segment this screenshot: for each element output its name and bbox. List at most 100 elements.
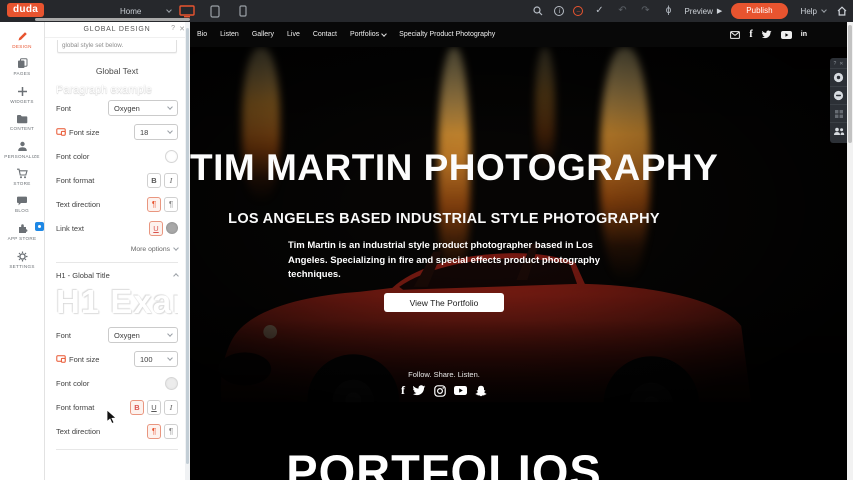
help-menu[interactable]: Help — [801, 7, 826, 16]
h1-font-dropdown[interactable]: Oxygen — [108, 327, 178, 343]
text-direction-label: Text direction — [56, 427, 100, 436]
sidebar-item-label: SETTINGS — [9, 264, 34, 269]
facebook-icon[interactable]: f — [401, 383, 405, 398]
editor-sidebar: DESIGN PAGES WIDGETS CONTENT PERSONALIZE… — [0, 22, 45, 480]
dev-mode-icon[interactable]: ɸ — [661, 4, 675, 18]
bold-button[interactable]: B — [147, 173, 161, 188]
close-icon[interactable]: ✕ — [839, 61, 843, 67]
apps-grid-icon[interactable] — [830, 104, 847, 122]
publish-button[interactable]: Publish — [731, 3, 787, 19]
sidebar-item-personalize[interactable]: PERSONALIZE — [0, 136, 44, 164]
sidebar-item-content[interactable]: CONTENT — [0, 109, 44, 137]
font-value: Oxygen — [114, 104, 140, 113]
undo-icon[interactable]: ↶ — [615, 4, 629, 18]
comments-tool-icon[interactable] — [830, 86, 847, 104]
link-text-label: Link text — [56, 224, 84, 233]
panel-body: global style set below. Global Text Para… — [45, 40, 189, 450]
font-size-dropdown[interactable]: 18 — [134, 124, 178, 140]
tablet-view-button[interactable] — [206, 3, 224, 19]
font-color-swatch[interactable] — [165, 150, 178, 163]
twitter-icon[interactable] — [762, 30, 772, 39]
h1-italic-button[interactable]: I — [164, 400, 178, 415]
font-dropdown[interactable]: Oxygen — [108, 100, 178, 116]
font-size-value: 18 — [140, 128, 148, 137]
help-icon[interactable]: ? — [834, 61, 837, 67]
device-override-icon — [56, 128, 66, 136]
h1-section-header[interactable]: H1 - Global Title — [56, 267, 178, 283]
youtube-icon[interactable] — [454, 386, 467, 395]
hero-title[interactable]: TIM MARTIN PHOTOGRAPHY — [190, 147, 698, 189]
email-icon[interactable] — [730, 31, 740, 39]
sidebar-item-settings[interactable]: SETTINGS — [0, 246, 44, 274]
site-status-icon[interactable]: – — [573, 6, 583, 16]
dashboard-home-icon[interactable] — [835, 4, 849, 18]
sidebar-item-store[interactable]: STORE — [0, 164, 44, 192]
help-label: Help — [801, 7, 817, 16]
font-label: Font — [56, 331, 71, 340]
search-icon[interactable] — [531, 4, 545, 18]
twitter-icon[interactable] — [413, 385, 426, 396]
rtl-direction-button[interactable]: ¶ — [164, 197, 178, 212]
panel-help-icon[interactable]: ? — [171, 25, 175, 32]
play-icon: ▶ — [717, 7, 722, 15]
portfolios-section[interactable]: PORTFOLIOS — [190, 447, 853, 480]
ltr-direction-button[interactable]: ¶ — [147, 424, 161, 439]
preview-button[interactable]: Preview ▶ — [684, 7, 722, 16]
hero-subtitle[interactable]: LOS ANGELES BASED INDUSTRIAL STYLE PHOTO… — [190, 211, 698, 227]
nav-item-specialty[interactable]: Specialty Product Photography — [399, 31, 495, 38]
youtube-icon[interactable] — [781, 31, 792, 39]
font-size-label: Font size — [69, 128, 99, 137]
collaborators-icon[interactable] — [830, 122, 847, 140]
sidebar-item-widgets[interactable]: WIDGETS — [0, 81, 44, 109]
preview-scrollbar[interactable] — [847, 22, 853, 480]
pages-icon — [17, 58, 28, 69]
sidebar-item-app-store[interactable]: APP STORE — [0, 219, 44, 247]
sidebar-item-design[interactable]: DESIGN — [0, 26, 44, 54]
snapchat-icon[interactable] — [475, 385, 487, 397]
nav-item-gallery[interactable]: Gallery — [252, 31, 274, 38]
link-underline-button[interactable]: U — [149, 221, 163, 236]
info-icon[interactable]: i — [554, 6, 564, 16]
nav-item-live[interactable]: Live — [287, 31, 300, 38]
sidebar-item-label: WIDGETS — [10, 99, 34, 104]
desktop-view-button[interactable] — [178, 3, 196, 19]
instagram-icon[interactable] — [434, 385, 446, 397]
link-color-swatch[interactable] — [166, 222, 178, 234]
preview-scrollbar-thumb[interactable] — [848, 25, 852, 143]
mobile-view-button[interactable] — [234, 3, 252, 19]
panel-scrollbar[interactable] — [185, 22, 190, 480]
portfolios-title[interactable]: PORTFOLIOS — [190, 447, 698, 480]
facebook-icon[interactable]: f — [749, 29, 752, 40]
nav-item-portfolios[interactable]: Portfolios — [350, 31, 386, 38]
page-selector-label: Home — [120, 7, 141, 16]
chevron-down-icon — [173, 245, 179, 251]
duda-logo[interactable]: duda — [7, 3, 44, 17]
panel-scrollbar-thumb[interactable] — [186, 28, 189, 464]
sidebar-item-pages[interactable]: PAGES — [0, 54, 44, 82]
view-portfolio-button[interactable]: View The Portfolio — [384, 293, 504, 312]
linkedin-icon[interactable]: in — [801, 31, 807, 38]
panel-top-scrollbar[interactable] — [35, 18, 190, 21]
italic-button[interactable]: I — [164, 173, 178, 188]
rtl-direction-button[interactable]: ¶ — [164, 424, 178, 439]
nav-item-contact[interactable]: Contact — [313, 31, 337, 38]
sidebar-item-label: PAGES — [14, 71, 31, 76]
font-format-label: Font format — [56, 403, 94, 412]
h1-font-color-swatch[interactable] — [165, 377, 178, 390]
hero-section[interactable]: TIM MARTIN PHOTOGRAPHY LOS ANGELES BASED… — [190, 47, 853, 447]
h1-section-title: H1 - Global Title — [56, 271, 110, 280]
ltr-direction-button[interactable]: ¶ — [147, 197, 161, 212]
follow-text[interactable]: Follow. Share. Listen. — [190, 370, 698, 379]
h1-style-preview: H1 Example — [56, 283, 178, 323]
redo-icon[interactable]: ↷ — [638, 4, 652, 18]
h1-font-size-dropdown[interactable]: 100 — [134, 351, 178, 367]
nav-item-bio[interactable]: Bio — [197, 31, 207, 38]
nav-item-listen[interactable]: Listen — [220, 31, 239, 38]
hero-paragraph[interactable]: Tim Martin is an industrial style produc… — [288, 239, 602, 283]
h1-bold-button[interactable]: B — [130, 400, 144, 415]
sidebar-item-blog[interactable]: BLOG — [0, 191, 44, 219]
font-value: Oxygen — [114, 331, 140, 340]
h1-underline-button[interactable]: U — [147, 400, 161, 415]
inspect-tool-icon[interactable] — [830, 68, 847, 86]
more-options-link[interactable]: More options — [56, 242, 178, 256]
